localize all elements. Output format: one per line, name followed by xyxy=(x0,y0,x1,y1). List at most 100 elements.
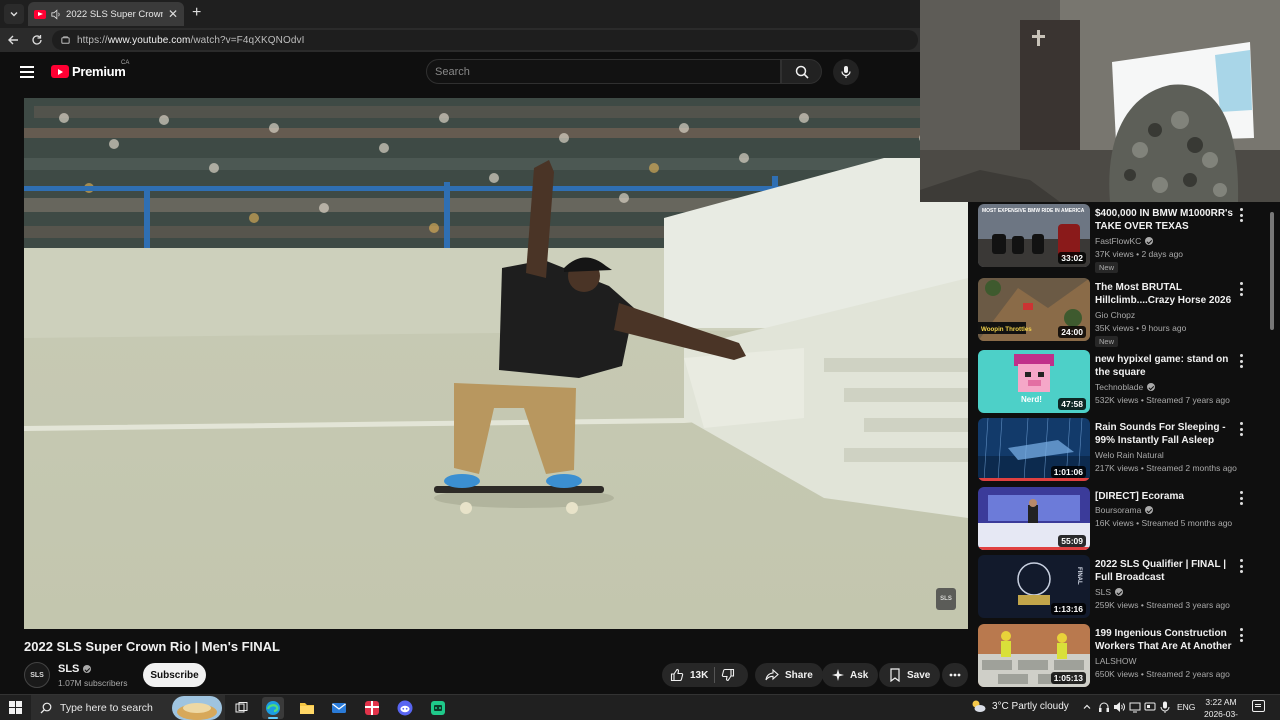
search-button[interactable] xyxy=(781,59,822,84)
video-duration: 1:13:16 xyxy=(1050,603,1086,615)
more-vertical-icon[interactable] xyxy=(1238,559,1244,573)
more-actions-button[interactable] xyxy=(942,663,968,687)
notification-center-icon[interactable] xyxy=(1252,700,1265,712)
rec-title[interactable]: 2022 SLS Qualifier | FINAL | Full Broadc… xyxy=(1095,558,1235,584)
more-vertical-icon[interactable] xyxy=(1238,491,1244,505)
site-info-icon[interactable] xyxy=(60,35,71,46)
task-view-icon[interactable] xyxy=(230,697,252,719)
video-player[interactable]: SLS xyxy=(24,98,968,629)
recommendation-item[interactable]: 1:05:13 199 Ingenious Construction Worke… xyxy=(978,624,1268,688)
rec-channel[interactable]: Boursorama xyxy=(1095,505,1154,515)
recommendation-item[interactable]: 55:09 [DIRECT] Ecorama Boursorama 16K vi… xyxy=(978,487,1268,551)
recommendation-item[interactable]: Woopin Throttles 24:00 The Most BRUTAL H… xyxy=(978,278,1268,347)
rec-channel[interactable]: FastFlowKC xyxy=(1095,236,1154,246)
video-thumbnail[interactable]: 1:05:13 xyxy=(978,624,1090,687)
gift-app-icon[interactable] xyxy=(361,697,383,719)
address-bar[interactable]: https://www.youtube.com/watch?v=F4qXKQNO… xyxy=(52,30,918,50)
more-vertical-icon[interactable] xyxy=(1238,628,1244,642)
share-button[interactable]: Share xyxy=(755,663,823,687)
more-vertical-icon[interactable] xyxy=(1238,422,1244,436)
more-vertical-icon[interactable] xyxy=(1238,208,1244,222)
rec-title[interactable]: [DIRECT] Ecorama xyxy=(1095,490,1235,503)
weather-widget[interactable]: 3°C Partly cloudy xyxy=(970,699,1069,713)
video-thumbnail[interactable]: 55:09 xyxy=(978,487,1090,550)
rec-title[interactable]: 199 Ingenious Construction Workers That … xyxy=(1095,627,1235,653)
rec-channel[interactable]: Technoblade xyxy=(1095,382,1156,392)
youtube-favicon-icon xyxy=(34,9,46,19)
new-tab-button[interactable]: + xyxy=(192,4,201,22)
youtube-play-icon xyxy=(51,65,69,78)
recommendation-item[interactable]: FINAL 1:13:16 2022 SLS Qualifier | FINAL… xyxy=(978,555,1268,619)
display-icon[interactable] xyxy=(1143,700,1157,714)
video-frame-skateboarder xyxy=(24,98,968,629)
reload-button[interactable] xyxy=(28,31,46,49)
weather-text: 3°C Partly cloudy xyxy=(992,700,1069,712)
more-vertical-icon[interactable] xyxy=(1238,282,1244,296)
taskbar-clock[interactable]: 3:22 AM 2026-03-30 xyxy=(1200,696,1242,720)
taskbar-search-placeholder: Type here to search xyxy=(60,702,153,714)
rec-channel[interactable]: LALSHOW xyxy=(1095,656,1137,666)
rec-channel[interactable]: Gio Chopz xyxy=(1095,310,1135,320)
rec-meta: 217K views • Streamed 2 months ago xyxy=(1095,463,1237,473)
recommendations-scrollbar[interactable] xyxy=(1268,204,1276,688)
rec-title[interactable]: Rain Sounds For Sleeping - 99% Instantly… xyxy=(1095,421,1235,447)
chevron-up-icon[interactable] xyxy=(1080,700,1094,714)
voice-search-button[interactable] xyxy=(833,59,859,85)
search-icon xyxy=(795,65,809,79)
network-icon[interactable] xyxy=(1128,700,1142,714)
folder-glyph xyxy=(300,703,314,714)
speaker-icon[interactable] xyxy=(51,8,61,20)
mail-icon[interactable] xyxy=(328,697,350,719)
video-thumbnail[interactable]: Woopin Throttles 24:00 xyxy=(978,278,1090,341)
save-button[interactable]: Save xyxy=(879,663,941,687)
file-explorer-icon[interactable] xyxy=(296,697,318,719)
edge-browser-icon[interactable] xyxy=(262,697,284,719)
subscribe-button[interactable]: Subscribe xyxy=(143,663,206,687)
back-button[interactable] xyxy=(4,31,22,49)
rec-channel[interactable]: SLS xyxy=(1095,587,1124,597)
ask-button[interactable]: Ask xyxy=(822,663,879,687)
search-input[interactable] xyxy=(435,65,780,78)
scrollbar-thumb[interactable] xyxy=(1270,212,1274,330)
language-indicator[interactable]: ENG xyxy=(1177,702,1195,712)
browser-toolbar: https://www.youtube.com/watch?v=F4qXKQNO… xyxy=(0,28,920,52)
tab-list-button[interactable] xyxy=(4,4,24,24)
video-thumbnail[interactable]: MOST EXPENSIVE BMW RIDE IN AMERICA 33:02 xyxy=(978,204,1090,267)
youtube-logo[interactable]: Premium CA xyxy=(51,60,129,79)
clock-date: 2026-03-30 xyxy=(1203,709,1239,719)
recommendation-item[interactable]: 1:01:06 Rain Sounds For Sleeping - 99% I… xyxy=(978,418,1268,482)
windows-taskbar: Type here to search 3°C Partly cloudy EN… xyxy=(0,694,1280,720)
channel-name-link[interactable]: SLS xyxy=(58,663,92,675)
headset-icon[interactable] xyxy=(1097,700,1111,714)
hamburger-menu-icon[interactable] xyxy=(20,66,34,78)
video-thumbnail[interactable]: Nerd! 47:58 xyxy=(978,350,1090,413)
microphone-tray-icon[interactable] xyxy=(1158,700,1172,714)
windows-start-icon[interactable] xyxy=(9,701,22,714)
video-thumbnail[interactable]: 1:01:06 xyxy=(978,418,1090,481)
channel-watermark[interactable]: SLS xyxy=(936,588,956,610)
discord-icon[interactable] xyxy=(394,697,416,719)
video-thumbnail[interactable]: FINAL 1:13:16 xyxy=(978,555,1090,618)
gift-glyph xyxy=(365,701,379,715)
tab-close-icon[interactable]: ✕ xyxy=(168,7,178,21)
video-duration: 47:58 xyxy=(1058,398,1086,410)
more-vertical-icon[interactable] xyxy=(1238,354,1244,368)
video-duration: 24:00 xyxy=(1058,326,1086,338)
thumbs-up-icon xyxy=(670,668,684,682)
volume-icon[interactable] xyxy=(1112,700,1126,714)
game-app-icon[interactable] xyxy=(427,697,449,719)
like-button[interactable]: 13K xyxy=(670,668,708,682)
rec-title[interactable]: $400,000 IN BMW M1000RR's TAKE OVER TEXA… xyxy=(1095,207,1235,233)
rec-channel[interactable]: Welo Rain Natural xyxy=(1095,450,1164,460)
rec-title[interactable]: The Most BRUTAL Hillclimb....Crazy Horse… xyxy=(1095,281,1235,307)
search-highlight-image[interactable] xyxy=(172,696,222,720)
tab-title: 2022 SLS Super Crown Rio | M xyxy=(66,8,163,20)
channel-avatar[interactable]: SLS xyxy=(24,662,50,688)
recommendation-item[interactable]: Nerd! 47:58 new hypixel game: stand on t… xyxy=(978,350,1268,414)
browser-tab-youtube[interactable]: 2022 SLS Super Crown Rio | M ✕ xyxy=(28,2,184,26)
rec-title[interactable]: new hypixel game: stand on the square xyxy=(1095,353,1235,379)
like-dislike-group: 13K xyxy=(662,663,748,687)
dislike-button[interactable] xyxy=(721,668,735,682)
recommendation-item[interactable]: MOST EXPENSIVE BMW RIDE IN AMERICA 33:02… xyxy=(978,204,1268,273)
rec-meta: 259K views • Streamed 3 years ago xyxy=(1095,600,1230,610)
